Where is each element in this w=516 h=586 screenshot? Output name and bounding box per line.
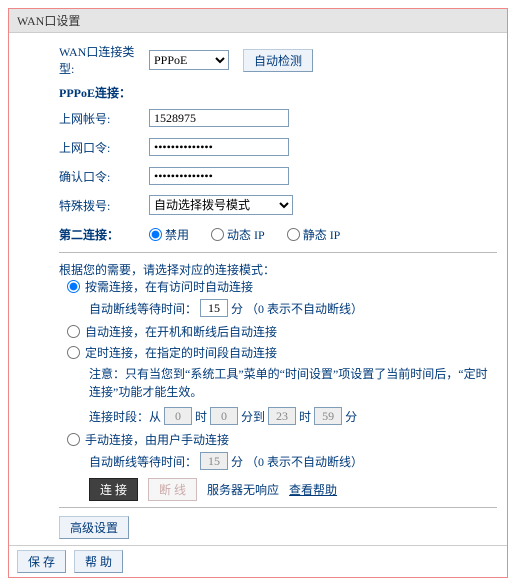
help-button[interactable]: 帮 助 — [74, 550, 123, 573]
help-link[interactable]: 查看帮助 — [289, 481, 337, 498]
mode-timed-label: 定时连接，在指定的时间段自动连接 — [85, 344, 277, 361]
on-demand-wait-label: 自动断线等待时间： — [89, 300, 197, 317]
save-button[interactable]: 保 存 — [17, 550, 66, 573]
account-input[interactable] — [149, 109, 289, 127]
account-label: 上网帐号: — [59, 110, 149, 127]
manual-wait-suffix: 分 （0 表示不自动断线） — [231, 453, 363, 470]
password-label: 上网口令: — [59, 139, 149, 156]
server-status: 服务器无响应 — [207, 481, 279, 498]
second-conn-static[interactable]: 静态 IP — [287, 226, 341, 243]
second-conn-disable[interactable]: 禁用 — [149, 226, 189, 243]
pppoe-section-header: PPPoE连接： — [59, 84, 497, 101]
mode-auto-label: 自动连接，在开机和断线后自动连接 — [85, 323, 277, 340]
special-dial-label: 特殊拨号: — [59, 197, 149, 214]
second-conn-label: 第二连接： — [59, 226, 149, 243]
mode-manual-label: 手动连接，由用户手动连接 — [85, 431, 229, 448]
conn-type-select[interactable]: PPPoE — [149, 50, 229, 70]
mode-auto-radio[interactable] — [67, 325, 80, 338]
confirm-input[interactable] — [149, 167, 289, 185]
mode-on-demand-label: 按需连接，在有访问时自动连接 — [85, 278, 253, 295]
timed-start-hour — [164, 407, 192, 425]
on-demand-wait-suffix: 分 （0 表示不自动断线） — [231, 300, 363, 317]
timed-start-min — [210, 407, 238, 425]
mode-timed-note: 注意：只有当您到“系统工具”菜单的“时间设置”项设置了当前时间后，“定时连接”功… — [89, 365, 497, 401]
auto-detect-button[interactable]: 自动检测 — [243, 49, 313, 72]
special-dial-select[interactable]: 自动选择拨号模式 — [149, 195, 293, 215]
radio-static[interactable] — [287, 228, 300, 241]
radio-disable[interactable] — [149, 228, 162, 241]
mode-on-demand-radio[interactable] — [67, 280, 80, 293]
on-demand-wait-input[interactable] — [200, 299, 228, 317]
disconnect-button: 断 线 — [148, 478, 197, 501]
second-conn-dyn[interactable]: 动态 IP — [211, 226, 265, 243]
timed-end-hour — [268, 407, 296, 425]
mode-timed-radio[interactable] — [67, 346, 80, 359]
timed-end-min — [314, 407, 342, 425]
conn-type-label: WAN口连接类型: — [59, 43, 149, 77]
mode-manual-radio[interactable] — [67, 433, 80, 446]
advanced-button[interactable]: 高级设置 — [59, 516, 129, 539]
manual-wait-label: 自动断线等待时间： — [89, 453, 197, 470]
password-input[interactable] — [149, 138, 289, 156]
connect-button[interactable]: 连 接 — [89, 478, 138, 501]
panel-title: WAN口设置 — [9, 9, 507, 33]
confirm-label: 确认口令: — [59, 168, 149, 185]
radio-dyn[interactable] — [211, 228, 224, 241]
timed-from-label: 连接时段：从 — [89, 408, 161, 425]
manual-wait-input — [200, 452, 228, 470]
mode-intro: 根据您的需要，请选择对应的连接模式： — [59, 261, 497, 278]
